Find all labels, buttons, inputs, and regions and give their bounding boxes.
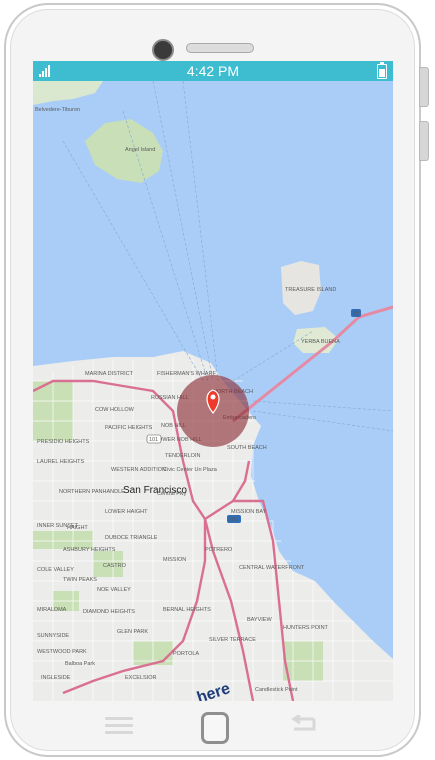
svg-text:TWIN PEAKS: TWIN PEAKS	[63, 577, 97, 583]
svg-text:EXCELSIOR: EXCELSIOR	[125, 675, 157, 681]
route-shield-80: 80	[351, 309, 361, 317]
svg-text:80: 80	[353, 311, 359, 317]
signal-icon	[39, 65, 53, 77]
svg-text:POTRERO: POTRERO	[205, 547, 233, 553]
back-arrow-icon[interactable]	[288, 715, 320, 735]
svg-text:SOUTH BEACH: SOUTH BEACH	[227, 445, 267, 451]
volume-up-button[interactable]	[419, 67, 429, 107]
svg-text:BERNAL HEIGHTS: BERNAL HEIGHTS	[163, 607, 211, 613]
svg-text:INGLESIDE: INGLESIDE	[41, 675, 71, 681]
svg-text:TREASURE ISLAND: TREASURE ISLAND	[285, 287, 336, 293]
svg-text:CENTRAL WATERFRONT: CENTRAL WATERFRONT	[239, 565, 305, 571]
svg-text:BAYVIEW: BAYVIEW	[247, 617, 272, 623]
svg-text:ASHBURY HEIGHTS: ASHBURY HEIGHTS	[63, 547, 116, 553]
svg-text:SILVER TERRACE: SILVER TERRACE	[209, 637, 256, 643]
battery-icon	[377, 62, 387, 79]
volume-down-button[interactable]	[419, 121, 429, 161]
route-shield-101: 101	[146, 434, 162, 444]
svg-text:MISSION BAY: MISSION BAY	[231, 509, 267, 515]
svg-text:INNER SUNSET: INNER SUNSET	[37, 523, 79, 529]
svg-text:CASTRO: CASTRO	[103, 563, 127, 569]
svg-text:280: 280	[229, 517, 238, 523]
svg-text:LOWER HAIGHT: LOWER HAIGHT	[105, 509, 148, 515]
svg-text:Balboa Park: Balboa Park	[65, 661, 95, 667]
svg-text:WESTERN ADDITION: WESTERN ADDITION	[111, 467, 166, 473]
svg-text:COW HOLLOW: COW HOLLOW	[95, 407, 135, 413]
svg-text:MARINA DISTRICT: MARINA DISTRICT	[85, 371, 134, 377]
svg-text:NOE VALLEY: NOE VALLEY	[97, 587, 131, 593]
svg-text:NORTHERN PANHANDLE: NORTHERN PANHANDLE	[59, 489, 125, 495]
svg-text:SUNNYSIDE: SUNNYSIDE	[37, 633, 69, 639]
svg-text:Angel Island: Angel Island	[125, 147, 155, 153]
svg-text:YERBA BUENA: YERBA BUENA	[301, 339, 340, 345]
svg-text:COLE VALLEY: COLE VALLEY	[37, 567, 74, 573]
svg-text:MISSION: MISSION	[163, 557, 186, 563]
status-bar: 4:42 PM	[33, 61, 393, 81]
menu-icon[interactable]	[105, 717, 133, 735]
svg-text:TENDERLOIN: TENDERLOIN	[165, 453, 200, 459]
svg-text:PRESIDIO HEIGHTS: PRESIDIO HEIGHTS	[37, 439, 90, 445]
home-icon[interactable]	[201, 712, 229, 744]
svg-text:Central Fwy: Central Fwy	[157, 491, 187, 497]
nav-bar	[60, 705, 380, 745]
route-shield-280: 280	[227, 515, 241, 523]
svg-text:Civic Center Un Plaza: Civic Center Un Plaza	[163, 467, 218, 473]
svg-text:HUNTERS POINT: HUNTERS POINT	[283, 625, 329, 631]
svg-text:LAUREL HEIGHTS: LAUREL HEIGHTS	[37, 459, 85, 465]
svg-text:101: 101	[149, 437, 158, 443]
svg-text:DIAMOND HEIGHTS: DIAMOND HEIGHTS	[83, 609, 135, 615]
status-time: 4:42 PM	[186, 63, 240, 79]
svg-text:WESTWOOD PARK: WESTWOOD PARK	[37, 649, 87, 655]
svg-text:Belvedere-Tiburon: Belvedere-Tiburon	[35, 107, 80, 113]
svg-text:PORTOLA: PORTOLA	[173, 651, 199, 657]
svg-text:Candlestick Point: Candlestick Point	[255, 687, 298, 693]
screen: 4:42 PM Belvedere-Tiburon Angel Island T…	[33, 61, 393, 701]
svg-text:MIRALOMA: MIRALOMA	[37, 607, 67, 613]
svg-text:PACIFIC HEIGHTS: PACIFIC HEIGHTS	[105, 425, 153, 431]
svg-text:GLEN PARK: GLEN PARK	[117, 629, 148, 635]
front-camera-icon	[152, 39, 174, 61]
svg-text:DUBOCE TRIANGLE: DUBOCE TRIANGLE	[105, 535, 158, 541]
earpiece-speaker	[186, 43, 254, 53]
map-view[interactable]: Belvedere-Tiburon Angel Island TREASURE …	[33, 81, 393, 701]
